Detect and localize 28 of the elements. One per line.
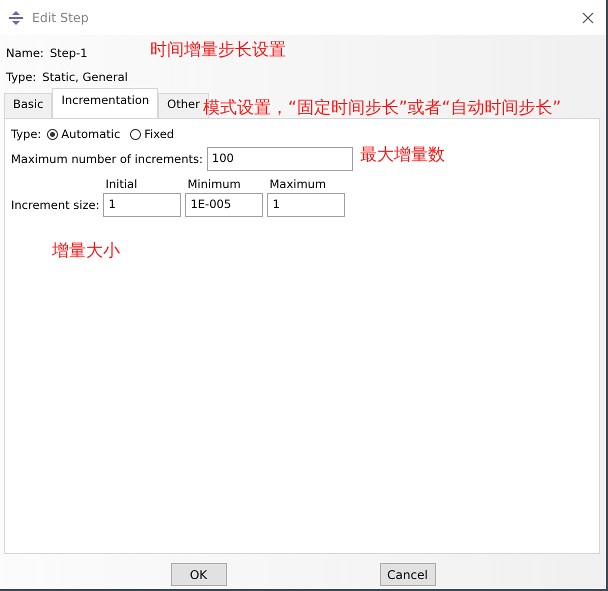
radio-option[interactable]: Automatic — [47, 127, 120, 141]
radio-option[interactable]: Fixed — [130, 127, 174, 141]
input-field[interactable]: 1 — [267, 193, 346, 217]
input-field[interactable]: 1E-005 — [185, 193, 264, 217]
app-icon — [8, 10, 24, 24]
column-heading: Initial — [104, 177, 138, 191]
type-label: Type: — [6, 70, 36, 84]
type-value: Static, General — [42, 70, 128, 84]
close-icon[interactable] — [582, 12, 594, 24]
tab[interactable]: Incrementation — [52, 88, 158, 118]
dialog-button[interactable]: OK — [170, 563, 226, 586]
field-label: Maximum number of increments: — [11, 152, 203, 166]
radio-icon[interactable] — [130, 128, 142, 140]
annotation-text: 最大增量数 — [360, 144, 445, 167]
name-label: Name: — [6, 46, 44, 60]
tab[interactable]: Basic — [4, 93, 52, 118]
dialog-button[interactable]: Cancel — [380, 563, 436, 586]
annotation-text: 增量大小 — [52, 240, 120, 263]
window-title: Edit Step — [32, 10, 89, 25]
column-heading: Minimum — [186, 177, 242, 191]
annotation-text: 时间增量步长设置 — [150, 39, 286, 62]
input-field[interactable]: 100 — [206, 147, 353, 171]
input-field[interactable]: 1 — [103, 193, 182, 217]
field-label: Increment size: — [11, 198, 100, 212]
column-heading: Maximum — [268, 177, 328, 191]
radio-icon[interactable] — [47, 128, 58, 140]
type-label: Type: — [11, 127, 42, 141]
name-value: Step-1 — [50, 46, 88, 60]
